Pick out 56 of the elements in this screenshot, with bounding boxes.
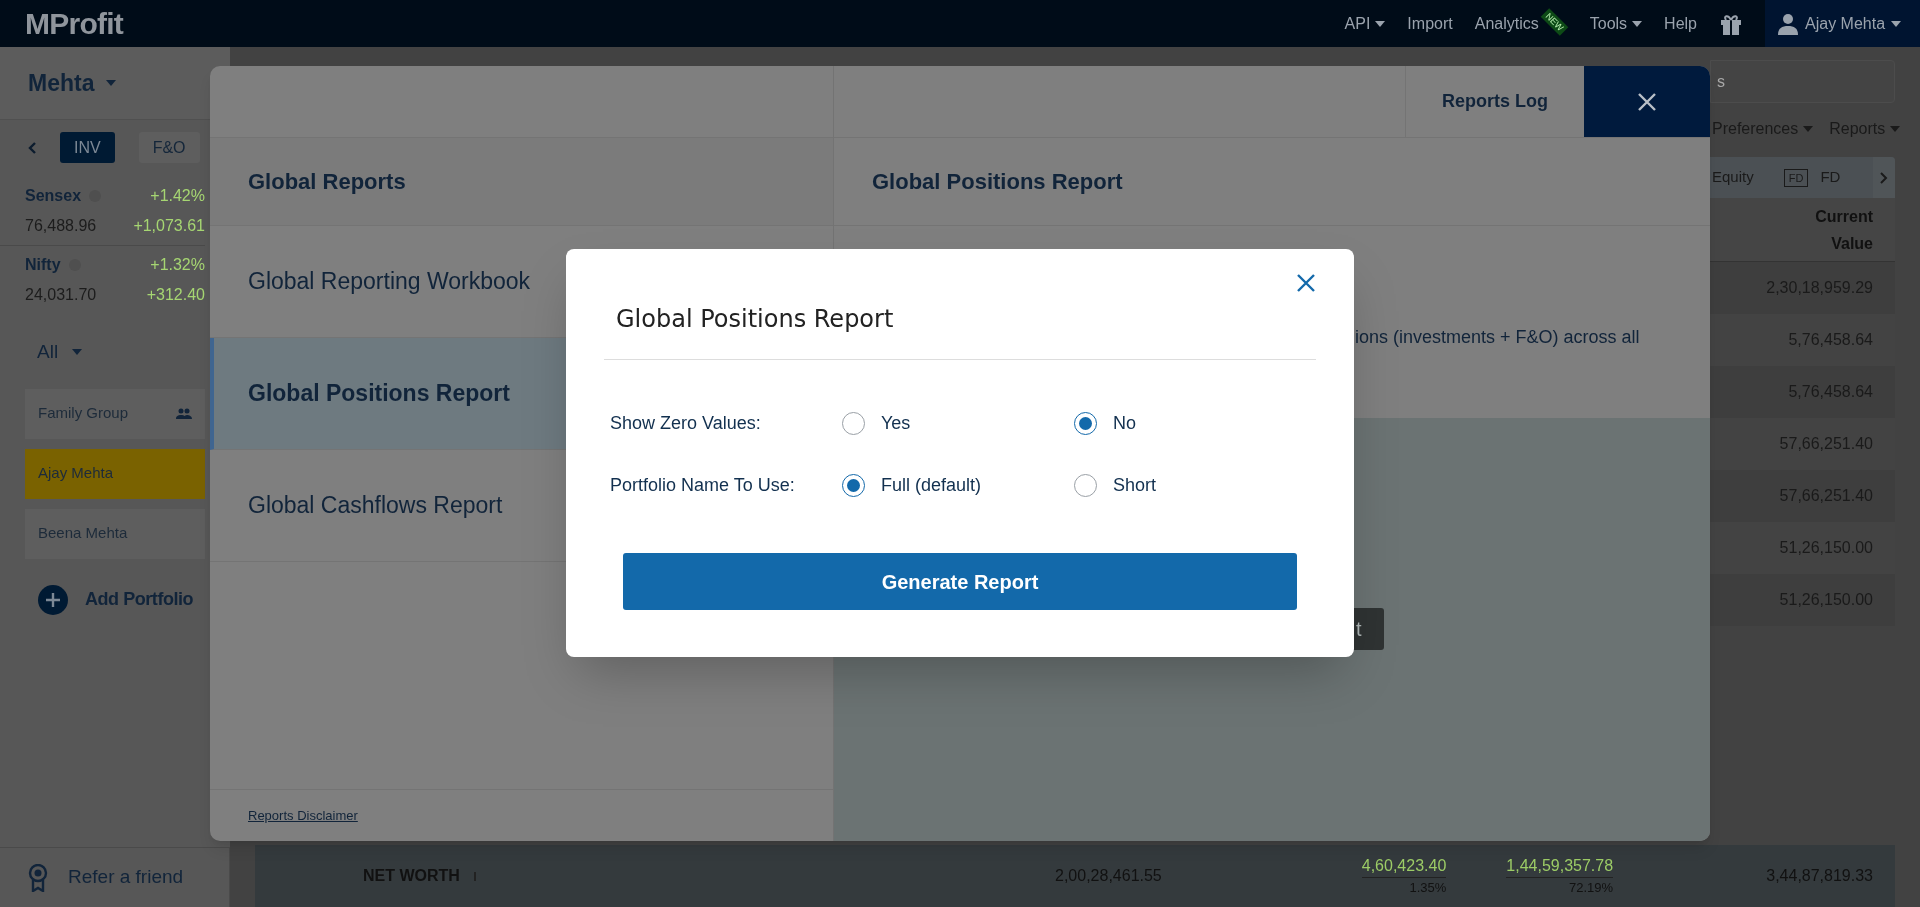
radio-label[interactable]: Short <box>1113 471 1157 499</box>
filter-dropdown[interactable]: All <box>37 338 83 367</box>
caret-icon <box>1803 126 1814 132</box>
generate-report-button[interactable]: Generate Report <box>623 553 1297 610</box>
report-description: ions (investments + F&O) across all <box>1355 326 1641 349</box>
nav-menu-item[interactable]: Help <box>1664 11 1697 36</box>
index-value: 24,031.70 <box>25 285 97 305</box>
index-name: Sensex <box>25 186 82 206</box>
close-icon <box>1637 91 1657 112</box>
user-menu[interactable]: Ajay Mehta <box>1765 0 1920 47</box>
index-change: +312.40 <box>146 285 205 305</box>
chevron-left-icon[interactable] <box>28 141 36 154</box>
user-icon <box>1777 12 1799 35</box>
index-change-percent: +1.32% <box>150 255 205 275</box>
nav-menu-item[interactable]: API <box>1344 11 1386 36</box>
award-icon <box>28 863 48 892</box>
radio-label[interactable]: Yes <box>881 409 911 437</box>
radio-label[interactable]: Full (default) <box>881 471 982 499</box>
caret-icon <box>1890 126 1901 132</box>
report-title: Global Positions Report <box>872 168 1123 196</box>
disclaimer-link[interactable]: Reports Disclaimer <box>248 805 358 826</box>
close-button[interactable] <box>1296 273 1316 293</box>
option-label: Show Zero Values: <box>610 411 762 435</box>
caret-icon <box>1891 20 1902 27</box>
close-icon <box>1296 273 1316 293</box>
option-label: Portfolio Name To Use: <box>610 473 796 497</box>
search-field[interactable]: s <box>1710 60 1895 103</box>
gain-value: 1,44,59,357.78 <box>1506 854 1614 878</box>
index-change: +1,073.61 <box>133 216 205 236</box>
logo[interactable]: MProfit <box>0 1 124 46</box>
index-value: 76,488.96 <box>25 216 97 236</box>
asset-tab[interactable]: FD <box>1820 166 1841 189</box>
people-icon <box>176 408 192 419</box>
index-name: Nifty <box>25 255 61 275</box>
family-selector[interactable]: Mehta <box>28 65 117 101</box>
gain-value: 4,60,423.40 <box>1361 854 1447 878</box>
gift-icon[interactable] <box>1719 12 1743 35</box>
portfolio-item[interactable]: Family Group <box>25 388 205 439</box>
plus-icon <box>38 584 68 615</box>
index-change-percent: +1.42% <box>150 186 205 206</box>
tab[interactable]: F&O <box>138 132 200 163</box>
nav-menu-item[interactable]: Tools <box>1589 11 1643 36</box>
panel-heading: Global Reports <box>248 168 406 196</box>
tab[interactable]: INV <box>60 132 115 163</box>
generate-button[interactable]: t <box>1352 608 1384 650</box>
nav-menu-item[interactable]: Import <box>1407 11 1453 36</box>
caret-icon <box>72 349 83 356</box>
radio-label[interactable]: No <box>1113 409 1136 437</box>
refer-friend-link[interactable]: Refer a friend <box>28 863 184 892</box>
nav-menu-item[interactable]: Analytics <box>1474 11 1539 36</box>
portfolio-item[interactable]: Ajay Mehta <box>25 448 205 499</box>
chevron-right-icon[interactable] <box>1880 171 1888 184</box>
asset-tab[interactable]: Equity <box>1712 166 1754 189</box>
caret-icon <box>106 80 117 86</box>
add-portfolio-button[interactable]: Add Portfolio <box>38 584 194 615</box>
portfolio-item[interactable]: Beena Mehta <box>25 508 205 559</box>
